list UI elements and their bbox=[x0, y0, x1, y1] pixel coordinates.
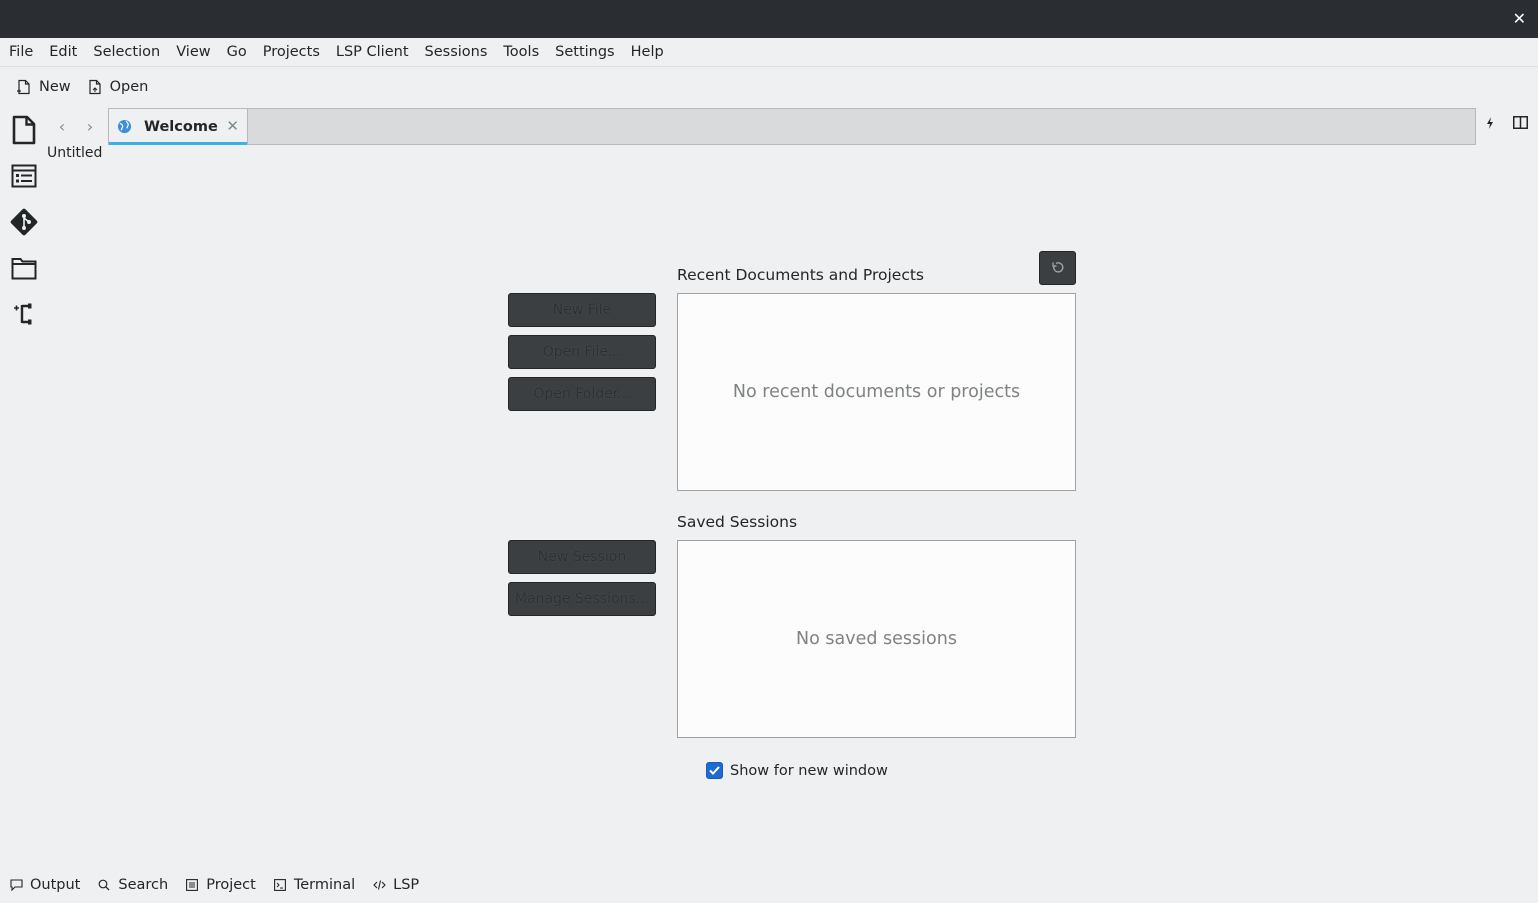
forward-arrow-icon[interactable]: › bbox=[76, 112, 104, 140]
manage-sessions-button[interactable]: Manage Sessions... bbox=[508, 582, 656, 616]
clear-history-icon bbox=[1051, 262, 1063, 273]
documents-icon[interactable] bbox=[8, 114, 40, 146]
split-view-icon bbox=[1513, 116, 1528, 129]
tab-close-icon[interactable]: ✕ bbox=[226, 117, 239, 135]
window-close-button[interactable]: ✕ bbox=[1513, 9, 1526, 29]
menu-help[interactable]: Help bbox=[623, 38, 672, 67]
menu-edit[interactable]: Edit bbox=[41, 38, 85, 67]
menu-tools[interactable]: Tools bbox=[495, 38, 547, 67]
recent-empty-message: No recent documents or projects bbox=[732, 382, 1021, 402]
project-icon bbox=[184, 879, 200, 891]
menubar: File Edit Selection View Go Projects LSP… bbox=[0, 38, 1538, 67]
new-button-label: New bbox=[39, 79, 71, 95]
tab-navigation: ‹ › bbox=[48, 112, 104, 140]
new-document-icon bbox=[17, 79, 30, 95]
new-file-button[interactable]: New File bbox=[508, 293, 656, 327]
checkmark-icon bbox=[709, 766, 720, 775]
open-button-label: Open bbox=[109, 79, 149, 95]
search-tab-label: Search bbox=[118, 877, 169, 893]
filesystem-browser-icon[interactable] bbox=[8, 252, 40, 284]
bottom-toolview-bar: Output Search Project Terminal LSP bbox=[0, 871, 435, 899]
sessions-empty-message: No saved sessions bbox=[796, 629, 957, 649]
git-icon[interactable] bbox=[8, 206, 40, 238]
back-arrow-icon[interactable]: ‹ bbox=[48, 112, 76, 140]
recent-documents-list[interactable]: No recent documents or projects bbox=[677, 293, 1076, 491]
sessions-section-title: Saved Sessions bbox=[677, 513, 798, 531]
tab-welcome-label: Welcome bbox=[144, 118, 218, 135]
show-for-new-window-label: Show for new window bbox=[730, 762, 888, 779]
project-tab[interactable]: Project bbox=[184, 877, 264, 893]
open-document-icon bbox=[89, 79, 101, 95]
code-icon bbox=[371, 879, 387, 891]
tab-welcome[interactable]: Welcome ✕ bbox=[109, 109, 248, 145]
menu-view[interactable]: View bbox=[168, 38, 218, 67]
output-tab[interactable]: Output bbox=[8, 877, 88, 893]
show-for-new-window-checkbox[interactable] bbox=[706, 762, 723, 779]
split-view-button[interactable] bbox=[1513, 116, 1528, 129]
tab-bar: Welcome ✕ bbox=[108, 108, 1476, 145]
project-tree-icon[interactable] bbox=[8, 298, 40, 330]
terminal-tab-label: Terminal bbox=[293, 877, 356, 893]
globe-icon bbox=[117, 119, 132, 134]
new-session-button[interactable]: New Session bbox=[508, 540, 656, 574]
open-file-button[interactable]: Open File... bbox=[508, 335, 656, 369]
menu-sessions[interactable]: Sessions bbox=[417, 38, 496, 67]
recent-section-title: Recent Documents and Projects bbox=[677, 266, 924, 284]
lsp-tab[interactable]: LSP bbox=[371, 877, 427, 893]
search-tab[interactable]: Search bbox=[96, 877, 176, 893]
menu-settings[interactable]: Settings bbox=[547, 38, 622, 67]
quick-open-icon bbox=[1487, 117, 1493, 129]
show-for-new-window-option[interactable]: Show for new window bbox=[706, 762, 888, 779]
menu-selection[interactable]: Selection bbox=[85, 38, 168, 67]
menu-file[interactable]: File bbox=[1, 38, 41, 67]
menu-projects[interactable]: Projects bbox=[255, 38, 328, 67]
document-list-item[interactable]: Untitled bbox=[47, 145, 102, 161]
search-icon bbox=[96, 879, 112, 891]
terminal-icon bbox=[272, 879, 288, 891]
output-tab-label: Output bbox=[30, 877, 81, 893]
window-titlebar: ✕ bbox=[0, 0, 1538, 38]
open-button[interactable]: Open bbox=[79, 72, 157, 102]
menu-lsp-client[interactable]: LSP Client bbox=[328, 38, 417, 67]
new-button[interactable]: New bbox=[8, 72, 79, 102]
main-toolbar: New Open bbox=[0, 68, 156, 106]
clear-recent-button[interactable] bbox=[1039, 251, 1076, 285]
open-folder-button[interactable]: Open Folder... bbox=[508, 377, 656, 411]
lsp-tab-label: LSP bbox=[393, 877, 420, 893]
saved-sessions-list[interactable]: No saved sessions bbox=[677, 540, 1076, 738]
output-icon bbox=[8, 879, 24, 891]
menu-go[interactable]: Go bbox=[219, 38, 255, 67]
symbols-outline-icon[interactable] bbox=[8, 160, 40, 192]
project-tab-label: Project bbox=[206, 877, 256, 893]
quick-open-button[interactable] bbox=[1484, 116, 1496, 130]
terminal-tab[interactable]: Terminal bbox=[272, 877, 363, 893]
